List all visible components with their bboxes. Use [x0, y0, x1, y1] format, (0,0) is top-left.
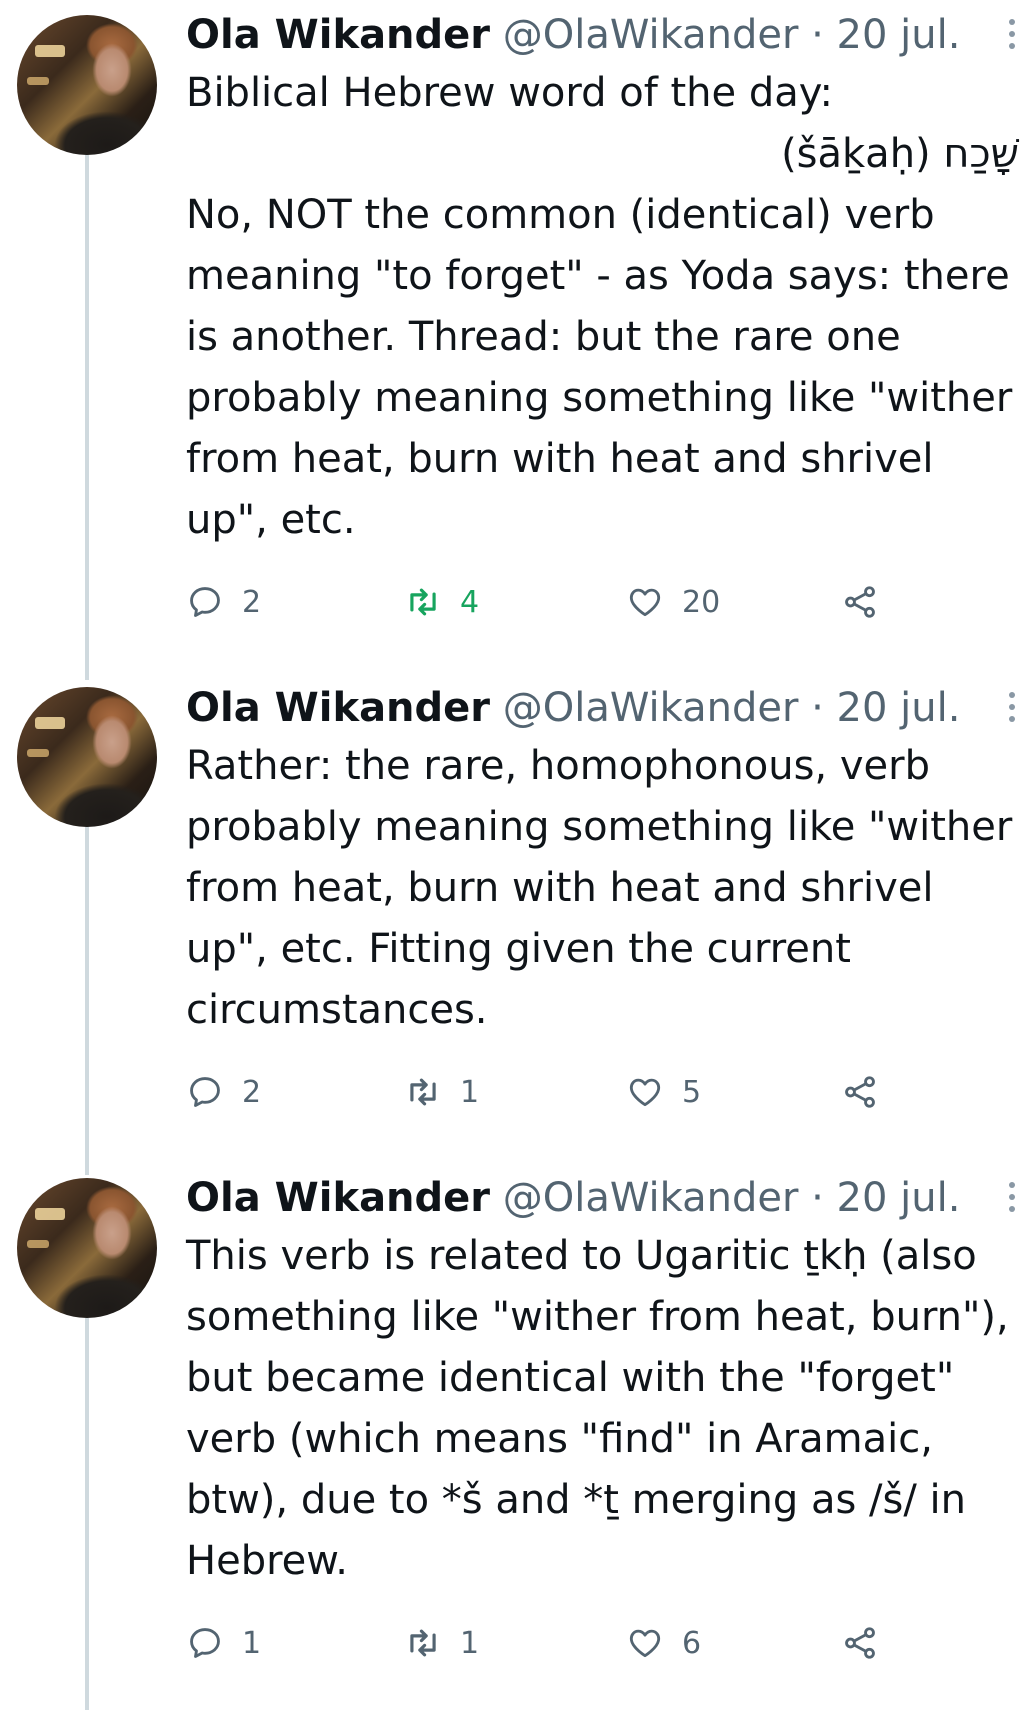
tweet-header: Ola Wikander @OlaWikander · 20 jul. — [186, 7, 1029, 63]
retweet-button[interactable]: 1 — [404, 1618, 479, 1668]
tweet-header: Ola Wikander @OlaWikander · 20 jul. — [186, 680, 1029, 736]
tweet-actions: 1 1 6 — [186, 1618, 886, 1668]
tweet-text-line: from heat, burn with heat and shrivel — [186, 865, 934, 911]
tweet-text-line: No, NOT the common (identical) verb — [186, 192, 935, 238]
heart-icon — [629, 588, 661, 617]
tweet-text: Biblical Hebrew word of the day: (šāḵaḥ)… — [186, 63, 1029, 551]
share-icon — [845, 1076, 875, 1108]
tweet-text-line: up", etc. — [186, 497, 356, 543]
tweet-text-line: verb (which means "find" in Aramaic, — [186, 1416, 933, 1462]
avatar[interactable] — [17, 15, 157, 155]
author-handle-date[interactable]: @OlaWikander · 20 jul. — [503, 12, 961, 58]
reply-count: 1 — [242, 1625, 262, 1661]
reply-button[interactable]: 2 — [186, 1067, 261, 1117]
tweet-text-line: Biblical Hebrew word of the day: — [186, 70, 833, 116]
like-count: 5 — [682, 1074, 702, 1110]
tweet-text-line: up", etc. Fitting given the current — [186, 926, 851, 972]
author-name[interactable]: Ola Wikander — [186, 1175, 490, 1221]
retweet-count: 1 — [460, 1625, 480, 1661]
tweet-header: Ola Wikander @OlaWikander · 20 jul. — [186, 1170, 1029, 1226]
retweet-button[interactable]: 1 — [404, 1067, 479, 1117]
reply-icon — [190, 1628, 220, 1658]
share-icon — [845, 1627, 875, 1659]
tweet-text-line: This verb is related to Ugaritic ṯkḥ (al… — [186, 1233, 977, 1279]
author-name[interactable]: Ola Wikander — [186, 12, 490, 58]
like-count: 6 — [682, 1625, 702, 1661]
tweet-text-line: is another. Thread: but the rare one — [186, 314, 901, 360]
tweet-text-line: probably meaning something like "wither — [186, 804, 1013, 850]
retweet-button[interactable]: 4 — [404, 577, 479, 627]
avatar[interactable] — [17, 1178, 157, 1318]
author-handle-date[interactable]: @OlaWikander · 20 jul. — [503, 685, 961, 731]
author-name[interactable]: Ola Wikander — [186, 685, 490, 731]
tweet-text-line: meaning "to forget" - as Yoda says: ther… — [186, 253, 1010, 299]
reply-button[interactable]: 2 — [186, 577, 261, 627]
tweet[interactable]: Ola Wikander @OlaWikander · 20 jul. This… — [0, 1170, 1029, 1710]
share-button[interactable] — [841, 577, 897, 627]
more-icon[interactable] — [1006, 690, 1018, 726]
more-icon[interactable] — [1006, 1180, 1018, 1216]
tweet-text-line: btw), due to *š and *ṯ merging as /š/ in — [186, 1477, 966, 1523]
retweet-count: 4 — [460, 584, 480, 620]
tweet-text: This verb is related to Ugaritic ṯkḥ (al… — [186, 1226, 1029, 1592]
tweet[interactable]: Ola Wikander @OlaWikander · 20 jul. Rath… — [0, 680, 1029, 1170]
tweet-text-line: something like "wither from heat, burn")… — [186, 1294, 1009, 1340]
tweet-text-line: (šāḵaḥ) שָׁכַח — [781, 131, 1019, 177]
tweet-text-line: Rather: the rare, homophonous, verb — [186, 743, 930, 789]
retweet-icon — [410, 1629, 436, 1657]
reply-icon — [190, 587, 220, 617]
more-icon[interactable] — [1006, 17, 1018, 53]
reply-icon — [190, 1077, 220, 1107]
share-icon — [845, 586, 875, 618]
tweet-text: Rather: the rare, homophonous, verb prob… — [186, 736, 1029, 1041]
reply-count: 2 — [242, 584, 262, 620]
share-button[interactable] — [841, 1067, 897, 1117]
tweet-text-line: from heat, burn with heat and shrivel — [186, 436, 934, 482]
retweet-count: 1 — [460, 1074, 480, 1110]
reply-button[interactable]: 1 — [186, 1618, 261, 1668]
tweet-text-line: Hebrew. — [186, 1538, 349, 1584]
retweet-icon — [410, 588, 436, 616]
like-button[interactable]: 5 — [626, 1067, 701, 1117]
tweet-text-line: but became identical with the "forget" — [186, 1355, 955, 1401]
heart-icon — [629, 1078, 661, 1107]
tweet-actions: 2 4 20 — [186, 577, 886, 627]
avatar[interactable] — [17, 687, 157, 827]
author-handle-date[interactable]: @OlaWikander · 20 jul. — [503, 1175, 961, 1221]
share-button[interactable] — [841, 1618, 897, 1668]
heart-icon — [629, 1629, 661, 1658]
like-count: 20 — [682, 584, 721, 620]
like-button[interactable]: 6 — [626, 1618, 701, 1668]
tweet-text-line: probably meaning something like "wither — [186, 375, 1013, 421]
retweet-icon — [410, 1078, 436, 1106]
like-button[interactable]: 20 — [626, 577, 720, 627]
tweet-actions: 2 1 5 — [186, 1067, 886, 1117]
tweet[interactable]: Ola Wikander @OlaWikander · 20 jul. Bibl… — [0, 0, 1029, 680]
reply-count: 2 — [242, 1074, 262, 1110]
tweet-text-line: circumstances. — [186, 987, 488, 1033]
